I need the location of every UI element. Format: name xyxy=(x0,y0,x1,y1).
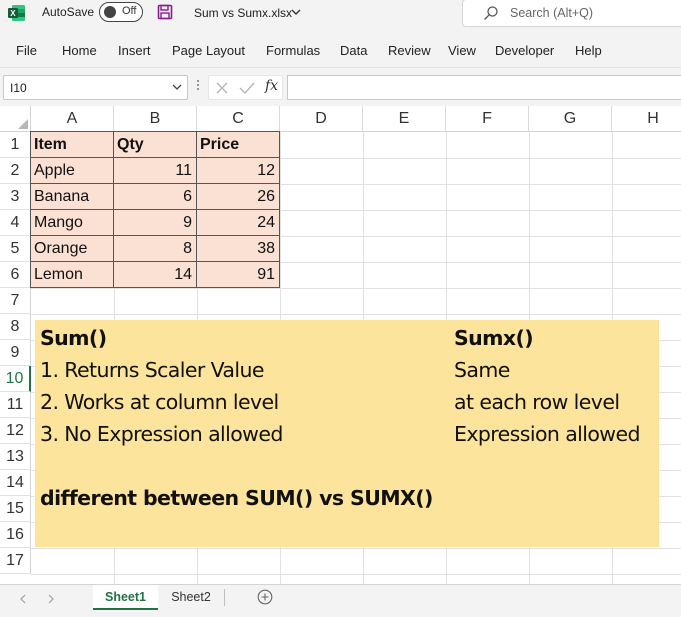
menu-review[interactable]: Review xyxy=(388,43,431,58)
formula-controls: fx xyxy=(208,75,283,100)
formula-bar: I10 fx xyxy=(0,68,681,106)
column-header-h[interactable]: H xyxy=(612,106,681,132)
search-icon xyxy=(484,6,498,20)
row-header-7[interactable]: 7 xyxy=(0,288,31,314)
table-header-qty[interactable]: Qty xyxy=(114,132,197,158)
table-cell-item[interactable]: Apple xyxy=(31,158,114,184)
row-header-8[interactable]: 8 xyxy=(0,314,31,340)
column-header-f[interactable]: F xyxy=(446,106,529,132)
chevron-down-icon[interactable] xyxy=(172,84,182,91)
row-header-4[interactable]: 4 xyxy=(0,210,31,236)
toggle-knob xyxy=(104,6,116,18)
ribbon-tabs: File Home Insert Page Layout Formulas Da… xyxy=(0,28,681,68)
tab-separator xyxy=(224,589,225,606)
notes-footer: different between SUM() vs SUMX() xyxy=(40,486,433,510)
row-header-15[interactable]: 15 xyxy=(0,496,31,522)
excel-logo-icon: X xyxy=(8,5,25,21)
scroll-right-icon[interactable] xyxy=(47,594,55,604)
table-cell-item[interactable]: Mango xyxy=(31,210,114,236)
row-header-2[interactable]: 2 xyxy=(0,158,31,184)
more-options-icon[interactable] xyxy=(196,78,200,92)
table-header-item[interactable]: Item xyxy=(31,132,114,158)
notes-textbox[interactable]: Sum() Sumx() 1. Returns Scaler Value Sam… xyxy=(35,320,659,547)
sumx-point: Same xyxy=(454,358,510,382)
column-header-d[interactable]: D xyxy=(280,106,363,132)
name-box[interactable]: I10 xyxy=(3,75,188,100)
column-header-e[interactable]: E xyxy=(363,106,446,132)
row-header-12[interactable]: 12 xyxy=(0,418,31,444)
table-cell-qty[interactable]: 11 xyxy=(114,158,197,184)
file-title[interactable]: Sum vs Sumx.xlsx xyxy=(194,6,292,20)
cancel-icon[interactable] xyxy=(215,81,229,95)
autosave-state: Off xyxy=(122,5,137,17)
table-cell-price[interactable]: 91 xyxy=(197,262,280,288)
formula-input[interactable] xyxy=(287,75,681,100)
autosave-toggle[interactable]: Off xyxy=(99,2,143,22)
menu-data[interactable]: Data xyxy=(340,43,367,58)
svg-text:X: X xyxy=(10,9,16,18)
menu-help[interactable]: Help xyxy=(575,43,602,58)
sum-point: 3. No Expression allowed xyxy=(40,422,283,446)
sumx-point: Expression allowed xyxy=(454,422,640,446)
insert-function-icon[interactable]: fx xyxy=(265,78,278,94)
table-cell-item[interactable]: Lemon xyxy=(31,262,114,288)
table-cell-qty[interactable]: 9 xyxy=(114,210,197,236)
menu-formulas[interactable]: Formulas xyxy=(266,43,320,58)
sheet-tab-sheet1[interactable]: Sheet1 xyxy=(93,585,158,610)
sumx-title: Sumx() xyxy=(454,326,534,350)
column-header-g[interactable]: G xyxy=(529,106,612,132)
autosave-label: AutoSave xyxy=(42,5,95,19)
sum-point: 2. Works at column level xyxy=(40,390,279,414)
sum-title: Sum() xyxy=(40,326,107,350)
search-placeholder: Search (Alt+Q) xyxy=(510,6,594,20)
menu-developer[interactable]: Developer xyxy=(495,43,554,58)
sheet-tab-sheet2[interactable]: Sheet2 xyxy=(160,585,222,610)
column-header-a[interactable]: A xyxy=(31,106,114,132)
worksheet-grid[interactable]: A B C D E F G H 1 2 3 4 5 6 7 8 9 10 11 … xyxy=(0,106,681,584)
menu-page-layout[interactable]: Page Layout xyxy=(172,43,245,58)
select-all-button[interactable] xyxy=(0,106,31,132)
row-header-9[interactable]: 9 xyxy=(0,340,31,366)
table-cell-price[interactable]: 38 xyxy=(197,236,280,262)
table-cell-item[interactable]: Banana xyxy=(31,184,114,210)
row-header-13[interactable]: 13 xyxy=(0,444,31,470)
column-header-c[interactable]: C xyxy=(197,106,280,132)
table-cell-price[interactable]: 12 xyxy=(197,158,280,184)
row-header-16[interactable]: 16 xyxy=(0,522,31,548)
table-cell-price[interactable]: 24 xyxy=(197,210,280,236)
save-icon[interactable] xyxy=(157,4,173,20)
row-header-3[interactable]: 3 xyxy=(0,184,31,210)
name-box-value: I10 xyxy=(10,81,27,95)
row-header-17[interactable]: 17 xyxy=(0,548,31,574)
table-cell-qty[interactable]: 6 xyxy=(114,184,197,210)
sheet-tab-bar: Sheet1 Sheet2 xyxy=(0,584,681,617)
chevron-down-icon[interactable] xyxy=(291,9,301,16)
table-cell-qty[interactable]: 14 xyxy=(114,262,197,288)
sumx-point: at each row level xyxy=(454,390,620,414)
column-header-b[interactable]: B xyxy=(114,106,197,132)
row-header-1[interactable]: 1 xyxy=(0,132,31,158)
sum-point: 1. Returns Scaler Value xyxy=(40,358,265,382)
menu-view[interactable]: View xyxy=(448,43,476,58)
add-sheet-icon[interactable] xyxy=(257,589,273,605)
row-header-6[interactable]: 6 xyxy=(0,262,31,288)
table-header-price[interactable]: Price xyxy=(197,132,280,158)
enter-check-icon[interactable] xyxy=(239,81,255,95)
table-cell-price[interactable]: 26 xyxy=(197,184,280,210)
row-header-10[interactable]: 10 xyxy=(0,366,31,392)
menu-home[interactable]: Home xyxy=(62,43,97,58)
row-header-14[interactable]: 14 xyxy=(0,470,31,496)
table-cell-item[interactable]: Orange xyxy=(31,236,114,262)
menu-file[interactable]: File xyxy=(16,43,37,58)
title-bar: X AutoSave Off Sum vs Sumx.xlsx Search (… xyxy=(0,0,681,28)
search-box[interactable]: Search (Alt+Q) xyxy=(462,0,681,27)
table-cell-qty[interactable]: 8 xyxy=(114,236,197,262)
scroll-left-icon[interactable] xyxy=(19,594,27,604)
row-header-5[interactable]: 5 xyxy=(0,236,31,262)
row-header-11[interactable]: 11 xyxy=(0,392,31,418)
menu-insert[interactable]: Insert xyxy=(118,43,151,58)
